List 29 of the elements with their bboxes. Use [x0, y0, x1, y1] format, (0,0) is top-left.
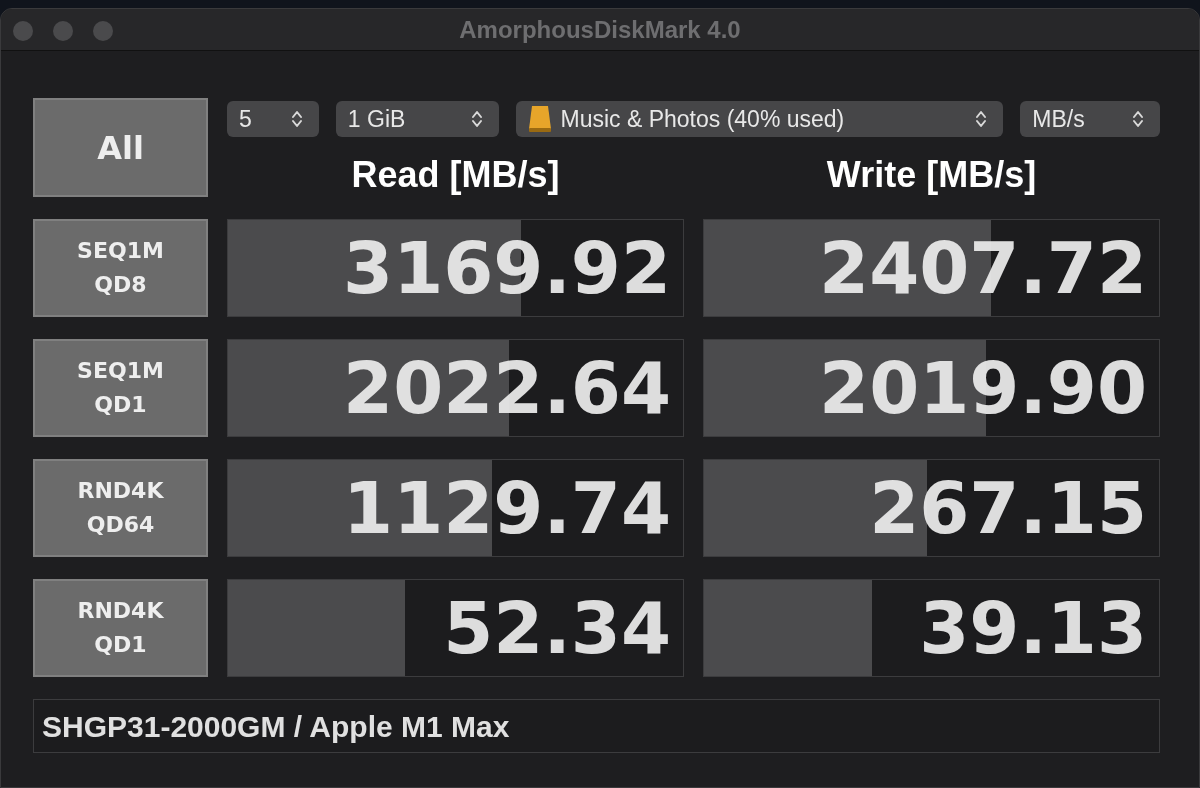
result-value: 267.15	[869, 472, 1147, 544]
dropdown[interactable]: 1 GiB	[335, 101, 500, 137]
test-button[interactable]: SEQ1M QD8	[33, 219, 208, 317]
dropdown[interactable]: Music & Photos (40% used)	[516, 101, 1004, 137]
device-info: SHGP31-2000GM / Apple M1 Max	[42, 708, 510, 745]
minimize-button[interactable]	[53, 21, 73, 41]
test-button[interactable]: SEQ1M QD1	[33, 339, 208, 437]
result-value: 39.13	[919, 592, 1147, 664]
result-value: 3169.92	[343, 232, 671, 304]
column-header: Write [MB/s]	[825, 157, 1038, 193]
result-value: 1129.74	[343, 472, 671, 544]
close-button[interactable]	[13, 21, 33, 41]
result-value: 2407.72	[819, 232, 1147, 304]
chevron-up-down-icon	[1132, 109, 1144, 129]
test-button[interactable]: RND4K QD1	[33, 579, 208, 677]
test-button[interactable]: RND4K QD64	[33, 459, 208, 557]
dropdown[interactable]: 5	[227, 101, 319, 137]
all-button[interactable]: All	[33, 98, 208, 197]
column-header: Read [MB/s]	[350, 157, 561, 193]
chevron-up-down-icon	[471, 109, 484, 129]
dropdown[interactable]: MB/s	[1020, 101, 1160, 137]
result-value: 2019.90	[819, 352, 1147, 424]
zoom-button[interactable]	[93, 21, 113, 41]
result-value: 52.34	[443, 592, 671, 664]
chevron-up-down-icon	[975, 109, 988, 129]
result-value: 2022.64	[343, 352, 671, 424]
chevron-up-down-icon	[290, 109, 303, 129]
drive-icon	[528, 105, 553, 133]
window-title: AmorphousDiskMark 4.0	[459, 14, 741, 45]
